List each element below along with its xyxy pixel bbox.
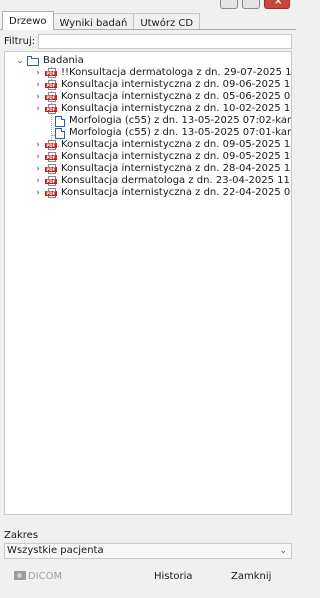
tree-item[interactable]: › Konsultacja dermatologa z dn. 23-04-20…: [33, 175, 292, 187]
tree-item[interactable]: › Konsultacja internistyczna z dn. 09-05…: [33, 151, 292, 163]
document-icon: [55, 115, 65, 127]
pdf-icon: [45, 68, 58, 78]
tree-item-label: Konsultacja internistyczna z dn. 28-04-2…: [61, 163, 292, 174]
pdf-icon: [45, 188, 58, 198]
pdf-icon: [45, 80, 58, 90]
filter-label: Filtruj:: [4, 35, 36, 47]
chevron-right-icon[interactable]: ›: [33, 79, 43, 91]
chevron-right-icon[interactable]: ›: [33, 163, 43, 175]
tab-drzewo[interactable]: Drzewo: [2, 11, 54, 30]
filter-row: Filtruj:: [4, 33, 292, 49]
zakres-label: Zakres: [4, 530, 39, 541]
chevron-right-icon[interactable]: ›: [33, 187, 43, 199]
tree-item-label: Konsultacja internistyczna z dn. 10-02-2…: [61, 103, 292, 114]
zamknij-button[interactable]: Zamknij: [231, 571, 271, 582]
pdf-icon: [45, 164, 58, 174]
tree-item[interactable]: › Konsultacja internistyczna z dn. 22-04…: [33, 187, 292, 199]
tree-item-label: Konsultacja internistyczna z dn. 09-06-2…: [61, 79, 292, 90]
chevron-right-icon[interactable]: ›: [33, 91, 43, 103]
chevron-right-icon[interactable]: ›: [33, 139, 43, 151]
chevron-right-icon[interactable]: ›: [33, 151, 43, 163]
tree-item[interactable]: › Konsultacja internistyczna z dn. 09-05…: [33, 139, 292, 151]
chevron-right-icon[interactable]: ›: [33, 175, 43, 187]
zakres-select[interactable]: Wszystkie pacjenta ⌄: [4, 543, 292, 559]
tree-item[interactable]: › !!Konsultacja dermatologa z dn. 29-07-…: [33, 67, 292, 79]
study-tree: ⌄ Badania › !!Konsultacja dermatologa z …: [4, 51, 292, 515]
chevron-right-icon[interactable]: ›: [33, 103, 43, 115]
tree-root-label: Badania: [43, 55, 84, 66]
pdf-icon: [45, 92, 58, 102]
filter-input[interactable]: [38, 33, 292, 49]
dicom-icon: [14, 571, 26, 580]
tree-item-label: !!Konsultacja dermatologa z dn. 29-07-20…: [61, 67, 292, 78]
tree-item[interactable]: Morfologia (c55) z dn. 13-05-2025 07:01-…: [53, 127, 292, 139]
tree-item-label: Konsultacja internistyczna z dn. 05-06-2…: [61, 91, 292, 102]
tab-bar: Drzewo Wyniki badań Utwórz CD: [2, 11, 201, 30]
tree-item-label: Konsultacja internistyczna z dn. 09-05-2…: [61, 139, 292, 150]
pdf-icon: [45, 104, 58, 114]
document-icon: [55, 127, 65, 139]
bottom-toolbar: DICOM Historia Zamknij: [0, 565, 296, 591]
tab-wyniki-badan[interactable]: Wyniki badań: [52, 13, 135, 30]
chevron-down-icon[interactable]: ⌄: [15, 55, 25, 67]
tree-root[interactable]: ⌄ Badania: [15, 55, 84, 67]
tree-item[interactable]: › Konsultacja internistyczna z dn. 09-06…: [33, 79, 292, 91]
pdf-icon: [45, 152, 58, 162]
maximize-button[interactable]: [242, 0, 260, 9]
window-controls: [220, 0, 290, 10]
folder-open-icon: [27, 56, 40, 66]
dicom-button[interactable]: DICOM: [14, 571, 62, 582]
tab-utworz-cd[interactable]: Utwórz CD: [133, 13, 201, 30]
tree-item-label: Konsultacja dermatologa z dn. 23-04-2025…: [61, 175, 292, 186]
historia-button[interactable]: Historia: [154, 571, 193, 582]
tree-item-label: Konsultacja internistyczna z dn. 09-05-2…: [61, 151, 292, 162]
dicom-button-label: DICOM: [28, 571, 63, 582]
close-window-button[interactable]: [264, 0, 290, 9]
tree-item-label: Konsultacja internistyczna z dn. 22-04-2…: [61, 187, 292, 198]
tree-item[interactable]: › Konsultacja internistyczna z dn. 05-06…: [33, 91, 292, 103]
tree-item-label: Morfologia (c55) z dn. 13-05-2025 07:01-…: [69, 127, 292, 138]
chevron-down-icon[interactable]: ⌄: [279, 544, 287, 558]
pdf-icon: [45, 140, 58, 150]
tree-item-label: Morfologia (c55) z dn. 13-05-2025 07:02-…: [69, 115, 292, 126]
zakres-selected-value: Wszystkie pacjenta: [7, 545, 104, 556]
tree-item[interactable]: › Konsultacja internistyczna z dn. 28-04…: [33, 163, 292, 175]
tree-item[interactable]: › Konsultacja internistyczna z dn. 10-02…: [33, 103, 292, 115]
pdf-icon: [45, 176, 58, 186]
chevron-right-icon[interactable]: ›: [33, 67, 43, 79]
tree-item[interactable]: Morfologia (c55) z dn. 13-05-2025 07:02-…: [53, 115, 292, 127]
minimize-button[interactable]: [220, 0, 238, 9]
